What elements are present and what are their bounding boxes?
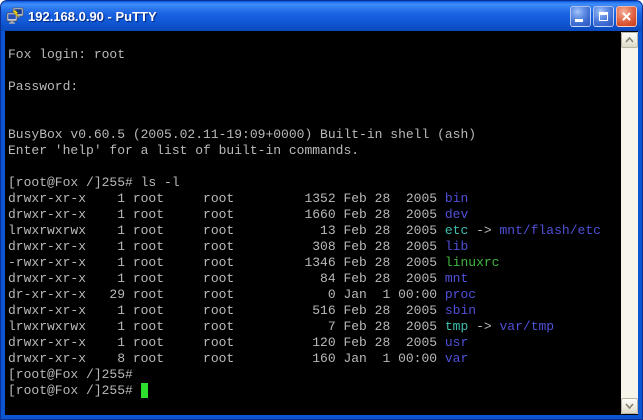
maximize-button[interactable] (593, 6, 614, 27)
terminal-line: drwxr-xr-x 1 root root 1660 Feb 28 2005 … (8, 207, 601, 223)
putty-window: 192.168.0.90 - PuTTY Fox login: root Pass… (0, 0, 643, 420)
terminal-line: Password: (8, 79, 601, 95)
terminal-line: drwxr-xr-x 1 root root 308 Feb 28 2005 l… (8, 239, 601, 255)
terminal-line: -rwxr-xr-x 1 root root 1346 Feb 28 2005 … (8, 255, 601, 271)
terminal-line: lrwxrwxrwx 1 root root 7 Feb 28 2005 tmp… (8, 319, 601, 335)
terminal-line: drwxr-xr-x 1 root root 84 Feb 28 2005 mn… (8, 271, 601, 287)
terminal-line: dr-xr-xr-x 29 root root 0 Jan 1 00:00 pr… (8, 287, 601, 303)
chevron-down-icon (625, 403, 634, 409)
terminal-line: BusyBox v0.60.5 (2005.02.11-19:09+0000) … (8, 127, 601, 143)
minimize-icon (575, 19, 583, 22)
terminal-line: Enter 'help' for a list of built-in comm… (8, 143, 601, 159)
putty-terminal-icon[interactable] (6, 7, 24, 25)
terminal-line: [root@Fox /]255# (8, 383, 601, 399)
window-controls (570, 6, 637, 27)
terminal-line: drwxr-xr-x 1 root root 120 Feb 28 2005 u… (8, 335, 601, 351)
maximize-icon (599, 12, 608, 21)
chevron-up-icon (625, 37, 634, 43)
terminal-line: [root@Fox /]255# ls -l (8, 175, 601, 191)
terminal-line (8, 111, 601, 127)
terminal-text: Fox login: root Password: BusyBox v0.60.5 … (8, 47, 601, 399)
titlebar[interactable]: 192.168.0.90 - PuTTY (1, 1, 642, 31)
terminal-scrollbar[interactable] (621, 32, 638, 414)
window-title: 192.168.0.90 - PuTTY (28, 9, 570, 24)
minimize-button[interactable] (570, 6, 591, 27)
terminal-line: [root@Fox /]255# (8, 367, 601, 383)
scroll-down-button[interactable] (621, 398, 638, 414)
terminal-line: drwxr-xr-x 1 root root 516 Feb 28 2005 s… (8, 303, 601, 319)
scroll-up-button[interactable] (621, 32, 638, 48)
terminal-line: drwxr-xr-x 1 root root 1352 Feb 28 2005 … (8, 191, 601, 207)
terminal-line (8, 95, 601, 111)
terminal-line: lrwxrwxrwx 1 root root 13 Feb 28 2005 et… (8, 223, 601, 239)
terminal-line (8, 159, 601, 175)
close-icon (621, 11, 632, 22)
close-button[interactable] (616, 6, 637, 27)
scrollbar-track[interactable] (621, 48, 638, 398)
terminal-line: Fox login: root (8, 47, 601, 63)
terminal-cursor (141, 383, 149, 398)
terminal-line: drwxr-xr-x 8 root root 160 Jan 1 00:00 v… (8, 351, 601, 367)
terminal-line (8, 63, 601, 79)
terminal-screen[interactable]: Fox login: root Password: BusyBox v0.60.5 … (5, 31, 638, 415)
